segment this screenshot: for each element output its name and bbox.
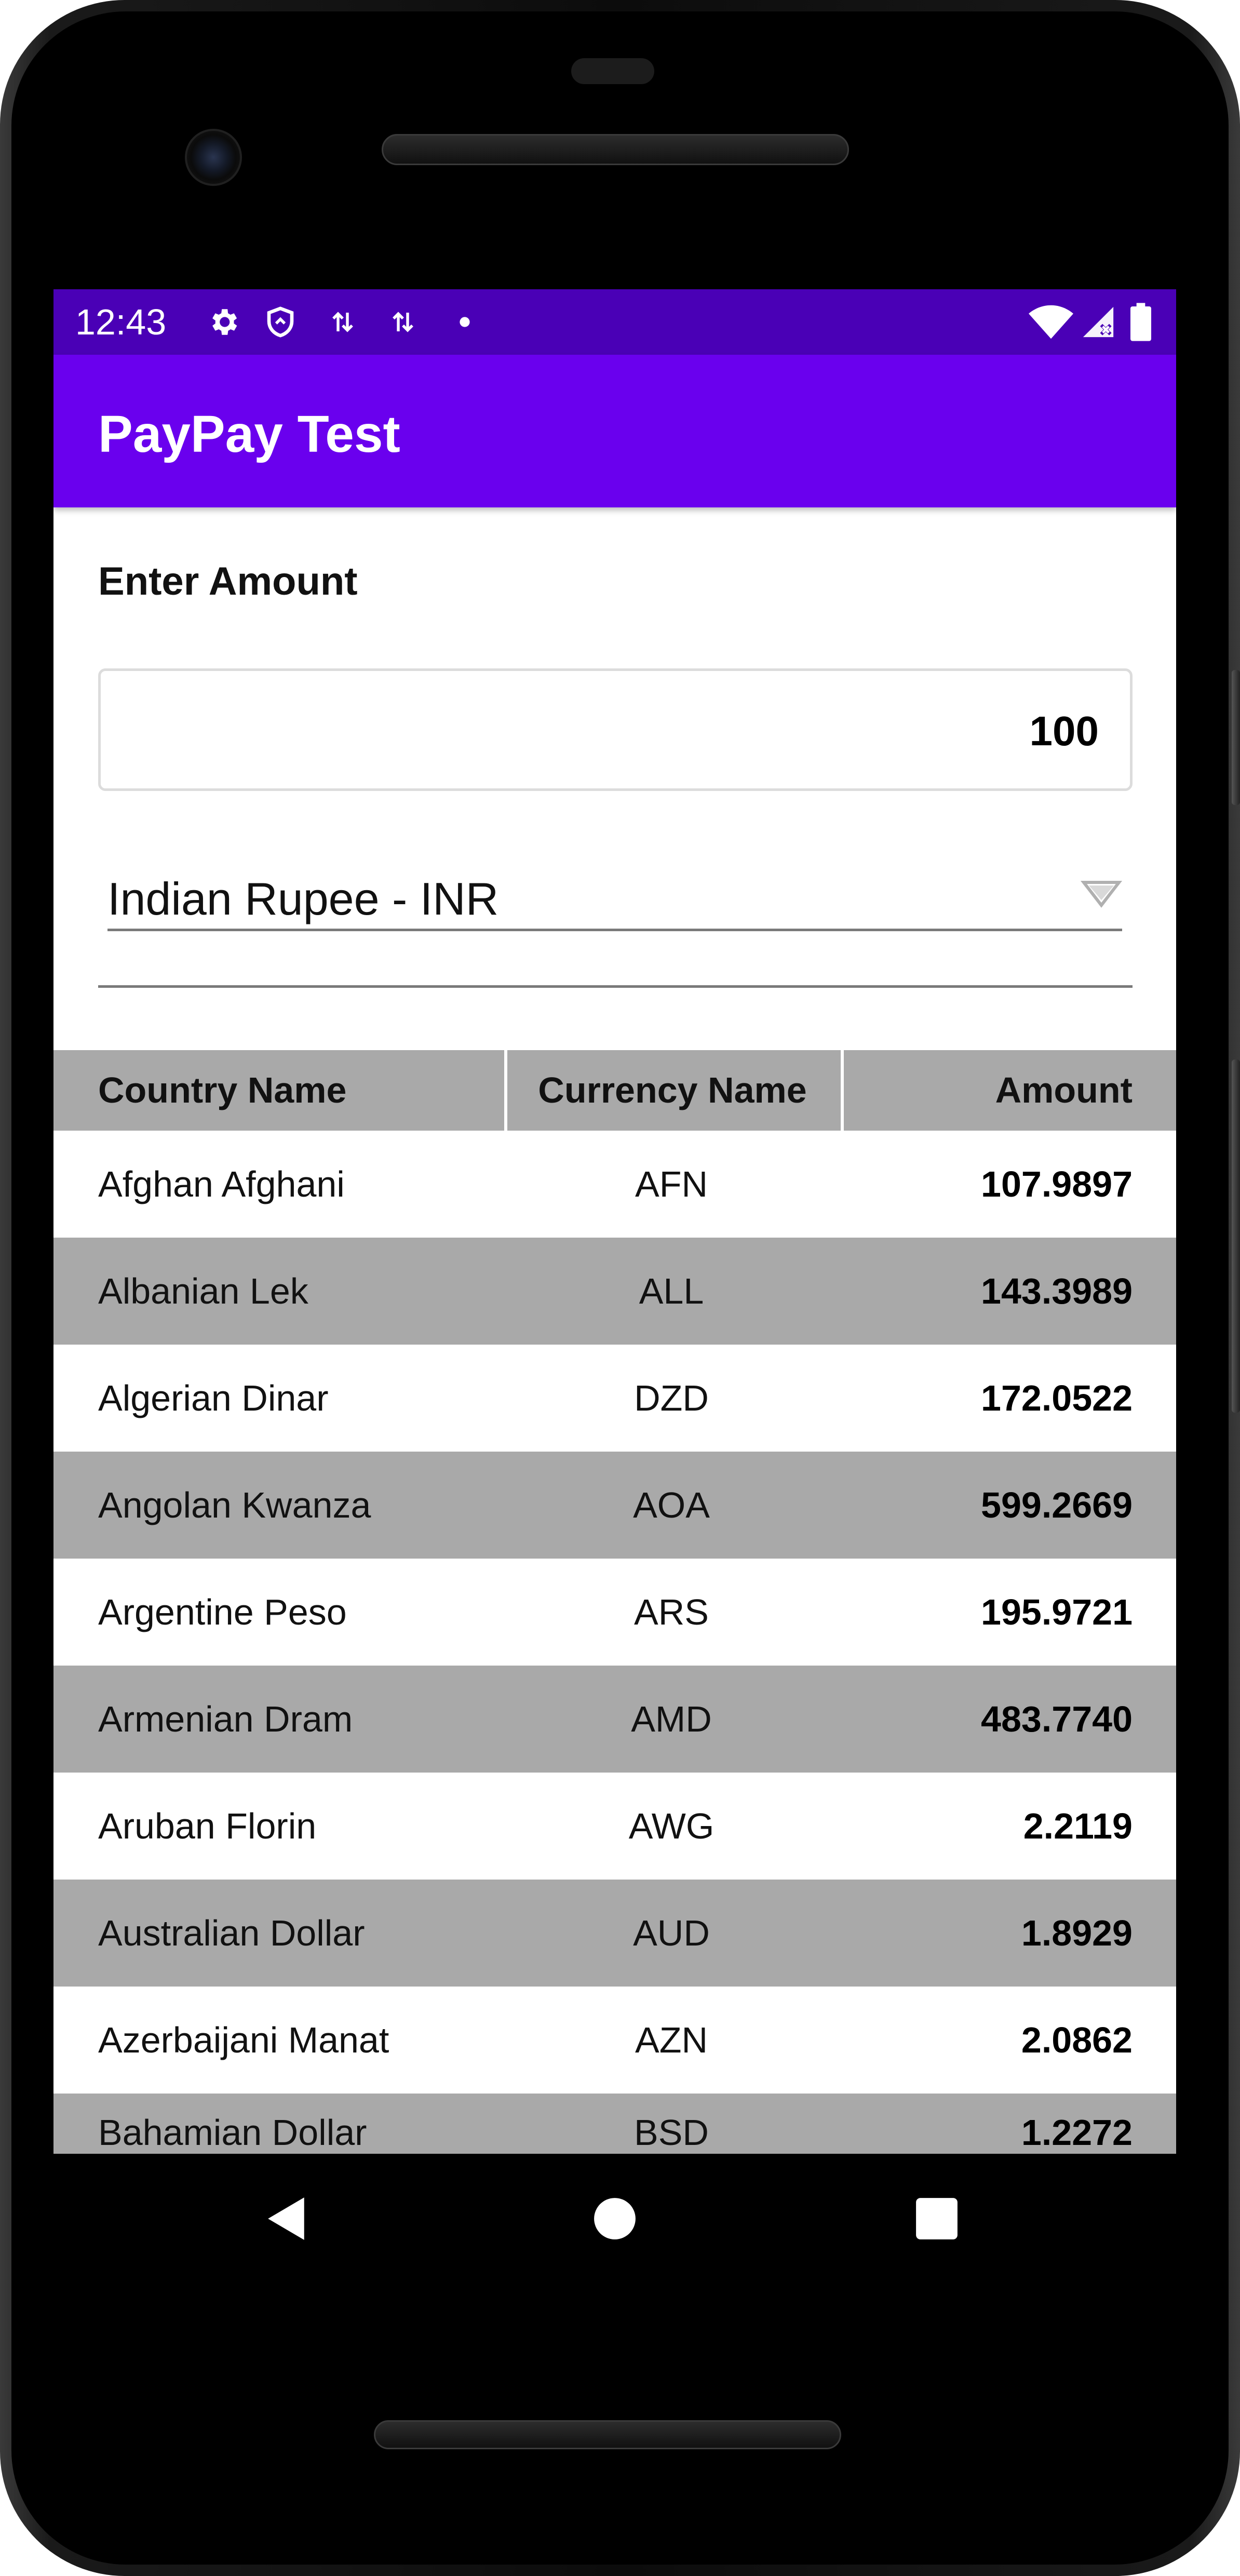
recents-icon[interactable] bbox=[913, 2195, 960, 2242]
cell-code: AMD bbox=[631, 1699, 712, 1739]
cell-country: Afghan Afghani bbox=[98, 1164, 345, 1204]
app-bar: PayPay Test bbox=[53, 355, 1176, 507]
table-row[interactable]: Argentine Peso ARS 195.9721 bbox=[53, 1559, 1176, 1666]
cell-code: AWG bbox=[628, 1806, 715, 1846]
home-icon[interactable] bbox=[591, 2195, 638, 2242]
navigation-bar bbox=[53, 2154, 1176, 2284]
table-header: Country Name Currency Name Amount bbox=[53, 1050, 1176, 1131]
cell-code: ARS bbox=[634, 1592, 709, 1632]
cell-code: DZD bbox=[634, 1378, 709, 1418]
cell-code: AZN bbox=[635, 2020, 708, 2060]
header-amount: Amount bbox=[995, 1070, 1133, 1110]
cell-country: Australian Dollar bbox=[98, 1913, 365, 1953]
table-row[interactable]: Afghan Afghani AFN 107.9897 bbox=[53, 1131, 1176, 1238]
speaker-grill bbox=[382, 134, 849, 165]
cell-amount: 195.9721 bbox=[981, 1592, 1133, 1632]
header-country: Country Name bbox=[98, 1070, 347, 1110]
cell-country: Argentine Peso bbox=[98, 1592, 347, 1632]
form-divider bbox=[98, 985, 1133, 988]
power-button bbox=[1232, 670, 1240, 805]
table-row[interactable]: Australian Dollar AUD 1.8929 bbox=[53, 1880, 1176, 1987]
cell-code: AUD bbox=[633, 1913, 710, 1953]
cell-country: Aruban Florin bbox=[98, 1806, 317, 1846]
header-divider bbox=[841, 1050, 844, 1131]
status-time: 12:43 bbox=[75, 302, 167, 342]
cell-amount: 483.7740 bbox=[981, 1699, 1133, 1739]
battery-icon bbox=[1125, 303, 1156, 341]
amount-input-value: 100 bbox=[1029, 708, 1099, 754]
data-transfer-icon bbox=[384, 303, 422, 341]
cell-country: Albanian Lek bbox=[98, 1271, 308, 1311]
table-row[interactable]: Albanian Lek ALL 143.3989 bbox=[53, 1238, 1176, 1345]
gear-icon bbox=[204, 303, 242, 341]
cell-amount: 599.2669 bbox=[981, 1485, 1133, 1525]
amount-input[interactable]: 100 bbox=[98, 668, 1133, 791]
dropdown-triangle-icon bbox=[1080, 879, 1123, 910]
screen: 12:43 PayPay Test Enter Amount 100 India… bbox=[53, 289, 1176, 2154]
dot-icon bbox=[449, 303, 480, 341]
header-currency: Currency Name bbox=[538, 1070, 807, 1110]
cell-signal-icon bbox=[1077, 303, 1119, 341]
table-row[interactable]: Armenian Dram AMD 483.7740 bbox=[53, 1666, 1176, 1773]
table-row[interactable]: Algerian Dinar DZD 172.0522 bbox=[53, 1345, 1176, 1452]
bottom-speaker-grill bbox=[374, 2420, 841, 2449]
currency-spinner-value: Indian Rupee - INR bbox=[107, 873, 499, 924]
cell-amount: 172.0522 bbox=[981, 1378, 1133, 1418]
currency-spinner[interactable]: Indian Rupee - INR bbox=[107, 864, 1123, 931]
app-title: PayPay Test bbox=[98, 405, 400, 463]
cell-amount: 2.2119 bbox=[1023, 1806, 1133, 1846]
table-row[interactable]: Bahamian Dollar BSD 1.2272 bbox=[53, 2094, 1176, 2154]
cell-amount: 1.2272 bbox=[1021, 2112, 1133, 2153]
earpiece bbox=[571, 58, 654, 84]
cell-code: AOA bbox=[633, 1485, 710, 1525]
data-transfer-icon bbox=[324, 303, 362, 341]
cell-country: Armenian Dram bbox=[98, 1699, 353, 1739]
status-bar: 12:43 bbox=[53, 289, 1176, 355]
cell-code: AFN bbox=[635, 1164, 708, 1204]
table-row[interactable]: Azerbaijani Manat AZN 2.0862 bbox=[53, 1987, 1176, 2094]
cell-country: Azerbaijani Manat bbox=[98, 2020, 389, 2060]
cell-code: BSD bbox=[634, 2112, 709, 2153]
amount-label: Enter Amount bbox=[98, 559, 358, 603]
shield-icon bbox=[261, 303, 300, 341]
cell-country: Algerian Dinar bbox=[98, 1378, 329, 1418]
table-row[interactable]: Aruban Florin AWG 2.2119 bbox=[53, 1773, 1176, 1880]
cell-country: Angolan Kwanza bbox=[98, 1485, 371, 1525]
cell-amount: 143.3989 bbox=[981, 1271, 1133, 1311]
cell-code: ALL bbox=[639, 1271, 704, 1311]
front-camera bbox=[185, 129, 242, 186]
cell-amount: 2.0862 bbox=[1021, 2020, 1133, 2060]
volume-button bbox=[1232, 1059, 1240, 1413]
cell-amount: 1.8929 bbox=[1021, 1913, 1133, 1953]
table-row[interactable]: Angolan Kwanza AOA 599.2669 bbox=[53, 1452, 1176, 1559]
back-icon[interactable] bbox=[264, 2195, 311, 2242]
cell-amount: 107.9897 bbox=[981, 1164, 1133, 1204]
cell-country: Bahamian Dollar bbox=[98, 2112, 367, 2153]
wifi-icon bbox=[1028, 303, 1074, 341]
